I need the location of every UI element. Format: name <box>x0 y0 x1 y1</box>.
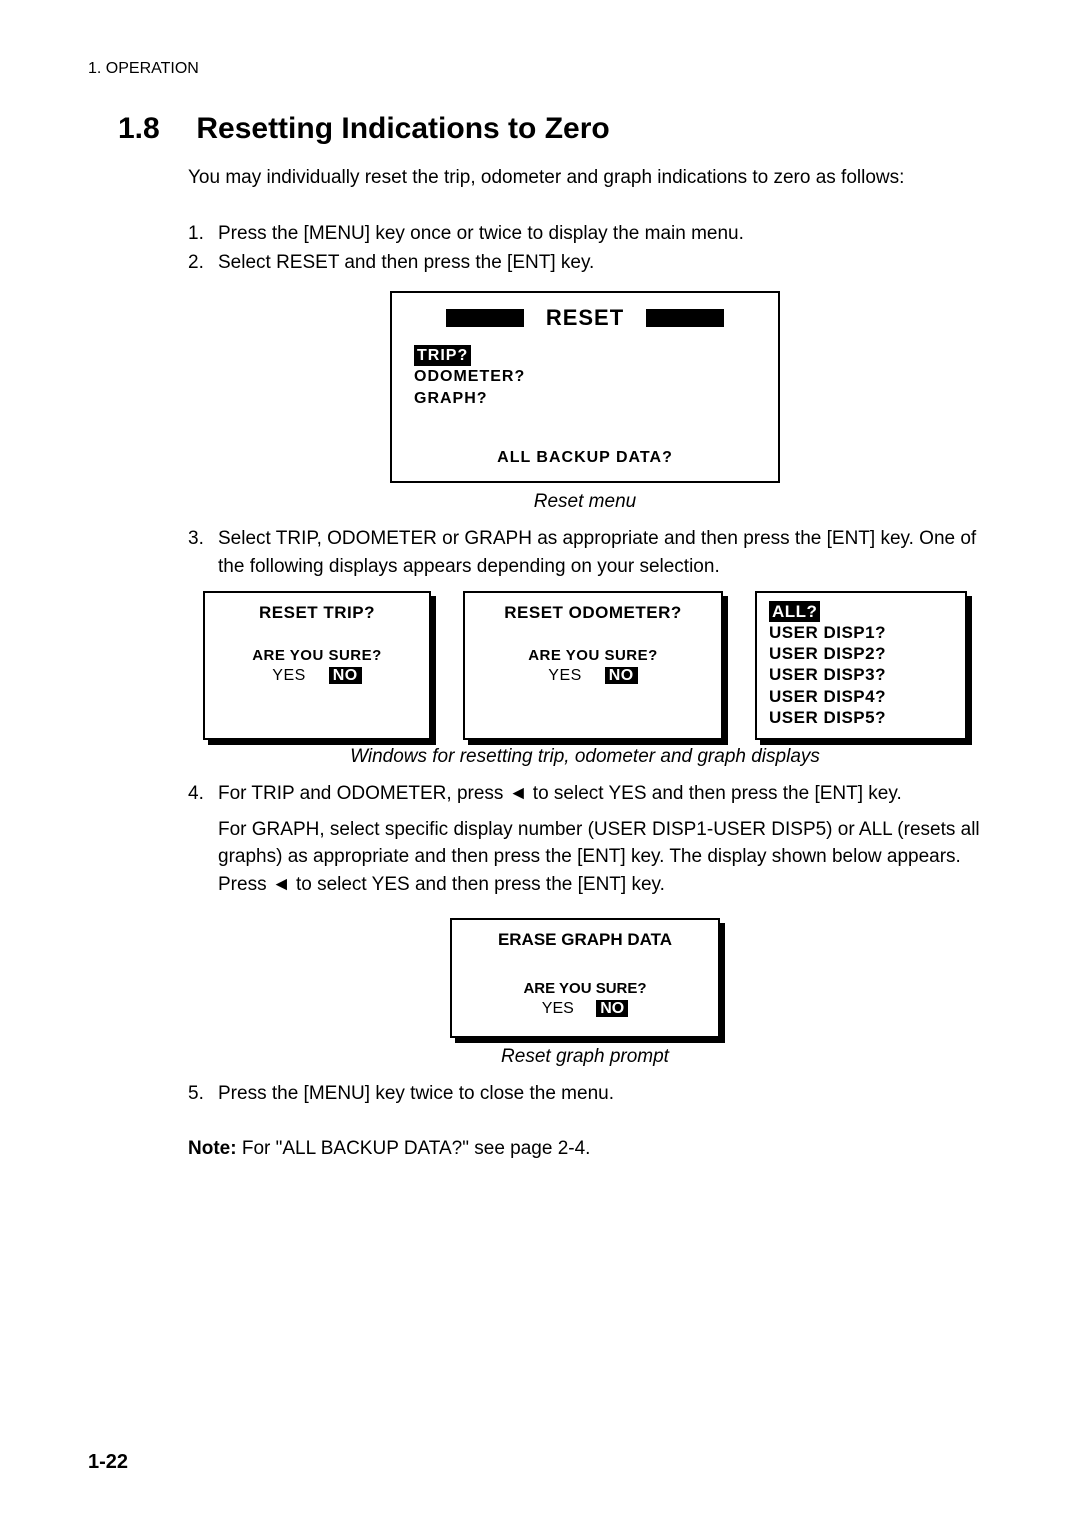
decorative-bar-right <box>646 309 724 327</box>
menu-item-backup: ALL BACKUP DATA? <box>392 449 778 467</box>
left-arrow-icon: ◄ <box>272 874 291 895</box>
note-text: For "ALL BACKUP DATA?" see page 2-4. <box>237 1138 591 1159</box>
are-you-sure-label: ARE YOU SURE? <box>473 647 713 664</box>
erase-caption: Reset graph prompt <box>188 1046 982 1068</box>
reset-menu-title: RESET <box>546 305 624 331</box>
are-you-sure-label: ARE YOU SURE? <box>460 980 710 997</box>
step-4: For TRIP and ODOMETER, press ◄ to select… <box>188 780 982 898</box>
reset-graph-dialog: ALL? USER DISP1? USER DISP2? USER DISP3?… <box>755 591 967 741</box>
reset-odometer-dialog: RESET ODOMETER? ARE YOU SURE? YES NO <box>463 591 723 741</box>
note-label: Note: <box>188 1138 237 1159</box>
menu-item-graph: GRAPH? <box>414 388 778 410</box>
reset-trip-dialog: RESET TRIP? ARE YOU SURE? YES NO <box>203 591 431 741</box>
reset-trip-title: RESET TRIP? <box>213 603 421 623</box>
section-heading: 1.8 Resetting Indications to Zero <box>118 112 992 146</box>
menu-item-trip: TRIP? <box>414 345 471 367</box>
yes-option: YES <box>272 667 306 684</box>
three-dialogs-figure: RESET TRIP? ARE YOU SURE? YES NO RESET O… <box>188 591 982 741</box>
decorative-bar-left <box>446 309 524 327</box>
yes-option: YES <box>542 1000 574 1017</box>
dialogs-caption: Windows for resetting trip, odometer and… <box>188 746 982 768</box>
graph-option-disp4: USER DISP4? <box>769 686 953 707</box>
note-paragraph: Note: For "ALL BACKUP DATA?" see page 2-… <box>188 1138 982 1160</box>
erase-graph-figure: ERASE GRAPH DATA ARE YOU SURE? YES NO <box>188 918 982 1038</box>
graph-option-disp2: USER DISP2? <box>769 643 953 664</box>
erase-graph-title: ERASE GRAPH DATA <box>460 930 710 950</box>
yes-option: YES <box>548 667 582 684</box>
no-option: NO <box>329 667 362 684</box>
reset-menu-caption: Reset menu <box>188 491 982 513</box>
graph-option-disp5: USER DISP5? <box>769 707 953 728</box>
no-option: NO <box>596 1000 628 1017</box>
intro-paragraph: You may individually reset the trip, odo… <box>188 164 982 192</box>
no-option: NO <box>605 667 638 684</box>
section-number: 1.8 <box>118 112 188 146</box>
graph-option-disp1: USER DISP1? <box>769 622 953 643</box>
step-3: Select TRIP, ODOMETER or GRAPH as approp… <box>188 525 982 580</box>
are-you-sure-label: ARE YOU SURE? <box>213 647 421 664</box>
left-arrow-icon: ◄ <box>509 783 528 804</box>
graph-option-all: ALL? <box>769 601 820 622</box>
reset-odometer-title: RESET ODOMETER? <box>473 603 713 623</box>
section-title: Resetting Indications to Zero <box>196 112 609 145</box>
reset-menu-figure: RESET TRIP? ODOMETER? GRAPH? ALL BACKUP … <box>188 291 982 484</box>
page-number: 1-22 <box>88 1451 128 1474</box>
page-header: 1. OPERATION <box>88 60 992 78</box>
step-5: Press the [MENU] key twice to close the … <box>188 1080 982 1108</box>
step-2: Select RESET and then press the [ENT] ke… <box>188 249 982 277</box>
graph-option-disp3: USER DISP3? <box>769 664 953 685</box>
menu-item-odometer: ODOMETER? <box>414 366 778 388</box>
step-1: Press the [MENU] key once or twice to di… <box>188 220 982 248</box>
